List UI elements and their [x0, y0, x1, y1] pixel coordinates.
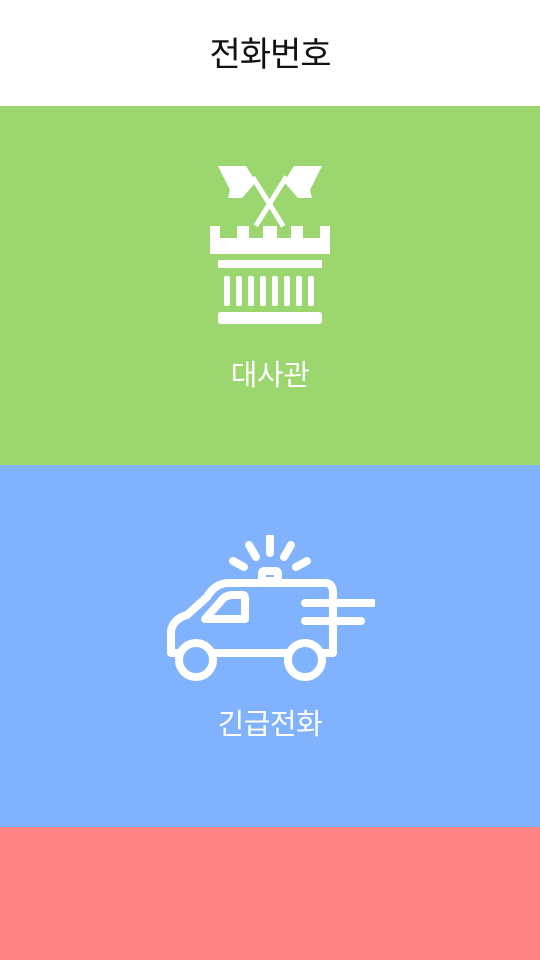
emergency-call-label: 긴급전화 [217, 707, 323, 741]
emergency-call-tile[interactable]: 긴급전화 [0, 465, 540, 827]
header: 전화번호 [0, 0, 540, 106]
page-title: 전화번호 [209, 34, 331, 75]
embassy-building-icon [0, 164, 540, 326]
embassy-label: 대사관 [230, 358, 310, 392]
ambulance-icon [0, 535, 540, 685]
embassy-tile[interactable]: 대사관 [0, 106, 540, 465]
phone-numbers-screen: 전화번호 대사관 긴급전화 [0, 0, 540, 960]
third-tile[interactable] [0, 827, 540, 960]
